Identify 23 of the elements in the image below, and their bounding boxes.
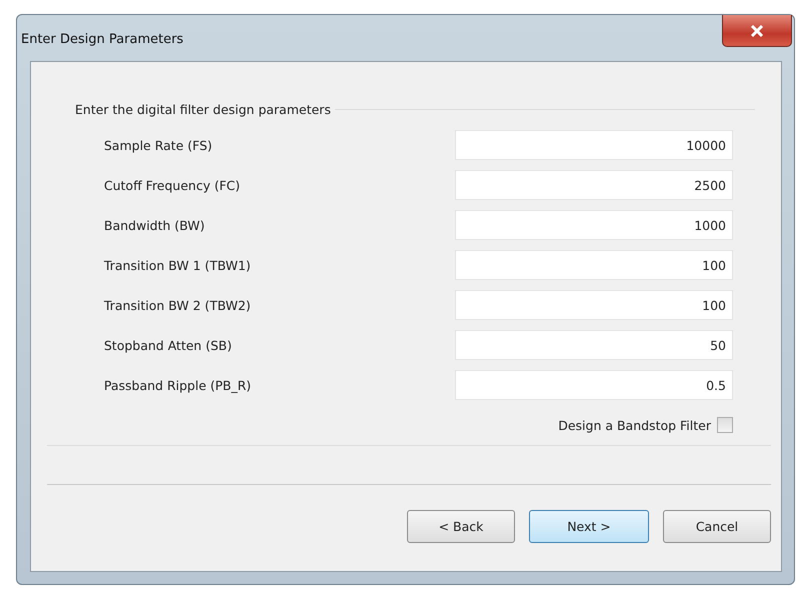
input-field[interactable]: 50 [455, 330, 733, 360]
field-label: Bandwidth (BW) [104, 218, 205, 232]
field-label: Cutoff Frequency (FC) [104, 178, 240, 192]
input-field[interactable]: 100 [455, 290, 733, 320]
field-label: Sample Rate (FS) [104, 138, 212, 152]
field-label: Passband Ripple (PB_R) [104, 378, 252, 392]
input-field[interactable]: 2500 [455, 170, 733, 200]
field-label: Transition BW 2 (TBW2) [104, 298, 251, 312]
field-label: Transition BW 1 (TBW1) [104, 258, 251, 272]
input-field[interactable]: 1000 [455, 210, 733, 240]
checkbox-label: Design a Bandstop Filter [558, 418, 711, 432]
window-title: Enter Design Parameters [21, 32, 184, 47]
checkbox[interactable] [717, 417, 733, 433]
input-field[interactable]: 10000 [455, 130, 733, 160]
close-button[interactable] [722, 15, 792, 47]
group-title: Enter the digital filter design parameters [75, 102, 331, 117]
dialog-button[interactable]: Next > [529, 510, 649, 543]
input-field[interactable]: 100 [455, 250, 733, 280]
input-field[interactable]: 0.5 [455, 370, 733, 400]
dialog-button[interactable]: Cancel [663, 510, 771, 543]
dialog-button[interactable]: < Back [407, 510, 515, 543]
field-label: Stopband Atten (SB) [104, 338, 232, 352]
close-icon [750, 24, 764, 36]
